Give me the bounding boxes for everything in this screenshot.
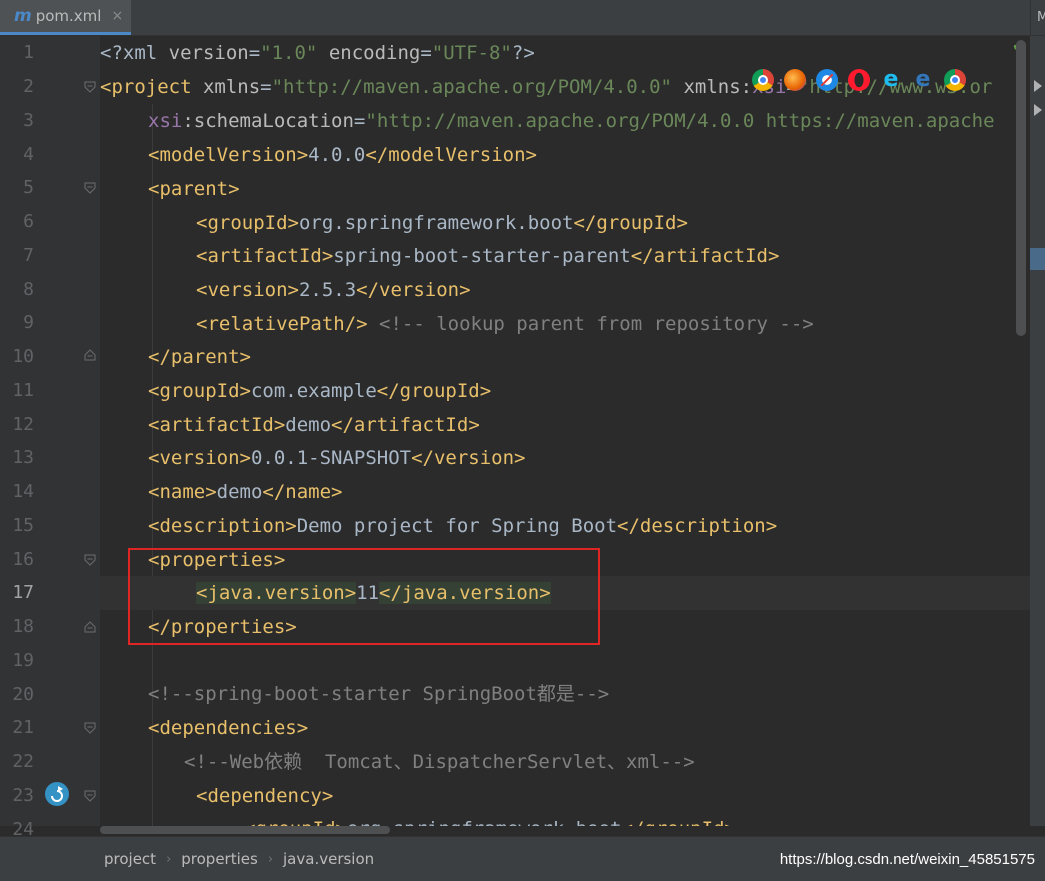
line-number: 18 xyxy=(12,616,34,637)
side-panel-marker xyxy=(1030,248,1045,270)
line-number: 22 xyxy=(12,751,34,772)
code-line-15: <description>Demo project for Spring Boo… xyxy=(148,515,778,537)
line-number: 20 xyxy=(12,684,34,705)
side-tab[interactable]: M xyxy=(1030,0,1045,35)
browser-preview-bar: e e xyxy=(752,69,966,91)
right-tool-strip xyxy=(1030,36,1045,826)
tab-label: pom.xml xyxy=(35,7,102,25)
run-maven-icon[interactable] xyxy=(44,781,70,807)
code-line-21: <dependencies> xyxy=(148,717,309,739)
opera-icon[interactable] xyxy=(848,69,870,91)
fold-open-icon[interactable] xyxy=(84,790,96,802)
line-number: 19 xyxy=(12,650,34,671)
code-line-12: <artifactId>demo</artifactId> xyxy=(148,414,480,436)
line-number: 10 xyxy=(12,346,34,367)
line-number: 6 xyxy=(23,211,34,232)
maven-file-icon: m xyxy=(14,6,32,26)
code-line-5: <parent> xyxy=(148,178,240,200)
safari-icon[interactable] xyxy=(816,69,838,91)
code-line-23: <dependency> xyxy=(196,785,334,807)
code-line-11: <groupId>com.example</groupId> xyxy=(148,380,492,402)
fold-open-icon[interactable] xyxy=(84,722,96,734)
chrome-icon[interactable] xyxy=(752,69,774,91)
code-line-1: <?xml version="1.0" encoding="UTF-8"?> xyxy=(100,42,535,64)
fold-open-icon[interactable] xyxy=(84,182,96,194)
line-number: 7 xyxy=(23,245,34,266)
chrome-icon[interactable] xyxy=(944,69,966,91)
highlight-annotation-box xyxy=(128,548,600,645)
code-line-20: <!--spring-boot-starter SpringBoot都是--> xyxy=(148,683,610,705)
arrow-right-icon[interactable] xyxy=(1033,104,1043,116)
line-number: 12 xyxy=(12,414,34,435)
code-line-6: <groupId>org.springframework.boot</group… xyxy=(196,212,688,234)
tab-pom-xml[interactable]: m pom.xml × xyxy=(0,0,131,35)
breadcrumb-properties[interactable]: properties xyxy=(181,850,258,868)
code-line-14: <name>demo</name> xyxy=(148,481,343,503)
breadcrumb-project[interactable]: project xyxy=(104,850,156,868)
horizontal-scrollbar[interactable] xyxy=(100,826,390,834)
breadcrumb-separator: › xyxy=(166,851,172,867)
edge-icon[interactable]: e xyxy=(912,69,934,91)
line-number: 15 xyxy=(12,515,34,536)
code-line-22: <!--Web依赖 Tomcat、DispatcherServlet、xml--… xyxy=(184,751,695,773)
arrow-right-icon[interactable] xyxy=(1033,80,1043,92)
line-number: 2 xyxy=(23,76,34,97)
code-line-9: <relativePath/> <!-- lookup parent from … xyxy=(196,313,814,335)
fold-open-icon[interactable] xyxy=(84,81,96,93)
line-number-current: 17 xyxy=(12,582,34,603)
line-number: 13 xyxy=(12,447,34,468)
code-line-8: <version>2.5.3</version> xyxy=(196,279,471,301)
vertical-scrollbar[interactable] xyxy=(1016,40,1026,336)
editor-tab-bar: m pom.xml × M xyxy=(0,0,1045,36)
ie-icon[interactable]: e xyxy=(880,69,902,91)
code-line-3: xsi:schemaLocation="http://maven.apache.… xyxy=(148,110,995,132)
close-icon[interactable]: × xyxy=(111,8,123,24)
code-line-7: <artifactId>spring-boot-starter-parent</… xyxy=(196,245,780,267)
line-number: 21 xyxy=(12,717,34,738)
line-number: 23 xyxy=(12,785,34,806)
code-line-24: <groupId>org.springframework.boot</group… xyxy=(100,812,1030,826)
fold-open-icon[interactable] xyxy=(84,554,96,566)
line-number: 4 xyxy=(23,144,34,165)
line-number: 14 xyxy=(12,481,34,502)
line-number: 3 xyxy=(23,110,34,131)
line-number: 11 xyxy=(12,380,34,401)
line-number: 9 xyxy=(23,312,34,333)
fold-close-icon[interactable] xyxy=(84,621,96,633)
code-line-10: </parent> xyxy=(148,346,251,368)
line-number: 16 xyxy=(12,549,34,570)
breadcrumb-java-version[interactable]: java.version xyxy=(283,850,374,868)
watermark-text: https://blog.csdn.net/weixin_45851575 xyxy=(779,851,1035,868)
code-editor[interactable]: <?xml version="1.0" encoding="UTF-8"?> <… xyxy=(100,36,1030,826)
line-number: 5 xyxy=(23,177,34,198)
code-line-4: <modelVersion>4.0.0</modelVersion> xyxy=(148,144,537,166)
firefox-icon[interactable] xyxy=(784,69,806,91)
fold-close-icon[interactable] xyxy=(84,349,96,361)
code-line-13: <version>0.0.1-SNAPSHOT</version> xyxy=(148,447,526,469)
breadcrumb-separator: › xyxy=(267,851,274,867)
line-number-gutter: 1 2 3 4 5 6 7 8 9 10 11 12 13 14 15 16 1… xyxy=(0,36,100,840)
line-number: 1 xyxy=(23,42,34,63)
line-number: 8 xyxy=(23,279,34,300)
